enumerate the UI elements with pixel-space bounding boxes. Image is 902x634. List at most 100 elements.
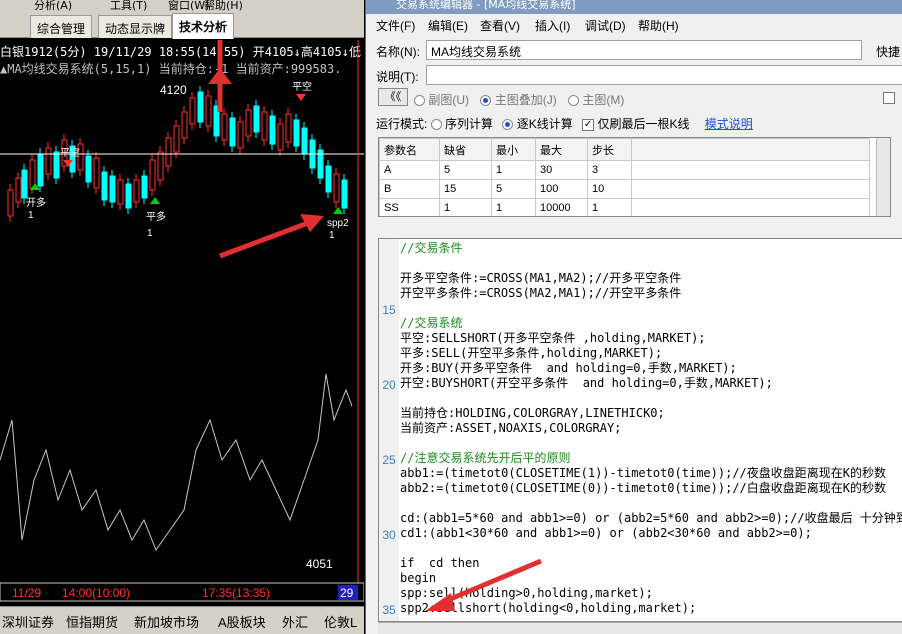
table-row[interactable]: SS 1 1 10000 1 xyxy=(379,198,870,216)
market-tab-forex[interactable]: 外汇 xyxy=(282,612,308,631)
market-tab-london[interactable]: 伦敦L xyxy=(324,612,357,631)
param-cell[interactable]: 10000 xyxy=(535,198,588,216)
run-mode-label-series: 序列计算 xyxy=(445,117,494,131)
line-number: 30 xyxy=(382,528,396,542)
code-line[interactable]: abb2:=(timetot0(CLOSETIME(0))-timetot0(t… xyxy=(400,481,886,496)
run-mode-label-bar: 逐K线计算 xyxy=(516,117,573,131)
candle xyxy=(173,125,180,153)
param-cell[interactable]: 5 xyxy=(439,160,492,180)
candle xyxy=(269,115,276,145)
signal-number-3: 1 xyxy=(329,230,335,241)
param-cell[interactable]: 1 xyxy=(439,198,492,216)
parameter-table[interactable]: 参数名 缺省 最小 最大 步长 A 5 1 30 3 B 15 5 100 10 xyxy=(378,137,891,217)
candle xyxy=(181,111,188,139)
param-header-blank xyxy=(631,138,870,161)
run-mode-radio-series[interactable] xyxy=(430,119,442,131)
market-tab-shenzhen[interactable]: 深圳证券 xyxy=(2,612,54,631)
param-cell[interactable]: 5 xyxy=(491,179,536,199)
name-field[interactable]: MA均线交易系统 xyxy=(426,40,862,60)
right-checkbox[interactable] xyxy=(883,92,895,104)
code-line[interactable]: //注意交易系统先开后平的原则 xyxy=(400,451,570,466)
placement-radio-subchart[interactable] xyxy=(414,95,425,107)
table-scrollbar[interactable] xyxy=(876,138,890,216)
candle xyxy=(15,177,22,203)
code-line[interactable]: 平多:SELL(开空平多条件,holding,MARKET); xyxy=(400,346,662,361)
time-label-2: 14:00(10:00) xyxy=(62,586,130,600)
code-line[interactable]: cd:(abb1=5*60 and abb1>=0) or (abb2=5*60… xyxy=(400,511,902,526)
param-cell[interactable]: 30 xyxy=(535,160,588,180)
market-tab-a-share[interactable]: A股板块 xyxy=(218,612,266,631)
table-row[interactable]: B 15 5 100 10 xyxy=(379,179,870,199)
time-axis xyxy=(0,582,364,602)
menu-debug[interactable]: 调试(D) xyxy=(585,17,626,34)
code-line[interactable]: 开多:BUY(开多平空条件 and holding=0,手数,MARKET); xyxy=(400,361,737,376)
candle xyxy=(333,173,340,203)
placement-radio-overlay[interactable] xyxy=(480,95,492,107)
code-line[interactable]: 开空平多条件:=CROSS(MA2,MA1);//开空平多条件 xyxy=(400,286,681,301)
placement-radio-mainchart[interactable] xyxy=(568,95,580,107)
param-cell[interactable]: SS xyxy=(379,198,440,216)
tab-overview[interactable]: 综合管理 xyxy=(30,15,93,38)
param-cell-empty[interactable] xyxy=(631,160,870,180)
market-tab-singapore[interactable]: 新加坡市场 xyxy=(134,612,199,631)
candlestick-chart[interactable]: 4120 4051 平空 平空 开多 平多 spp2 1 1 1 11/29 1… xyxy=(0,40,364,606)
param-cell[interactable]: 1 xyxy=(491,160,536,180)
menu-help-editor[interactable]: 帮助(H) xyxy=(638,17,679,34)
menu-edit[interactable]: 编辑(E) xyxy=(428,17,468,34)
param-cell[interactable]: 15 xyxy=(439,179,492,199)
menu-file[interactable]: 文件(F) xyxy=(376,17,415,34)
market-tab-hsi-futures[interactable]: 恒指期货 xyxy=(66,612,118,631)
code-editor[interactable]: 15 20 25 30 35 //交易条件开多平空条件:=CROSS(MA1,M… xyxy=(378,238,902,622)
candle xyxy=(7,189,14,217)
table-row[interactable]: A 5 1 30 3 xyxy=(379,160,870,180)
code-line[interactable]: cd1:(abb1<30*60 and abb1>=0) or (abb2<30… xyxy=(400,526,812,541)
code-line[interactable]: //交易条件 xyxy=(400,241,462,256)
param-cell[interactable]: 10 xyxy=(587,179,632,199)
code-line[interactable]: 当前持仓:HOLDING,COLORGRAY,LINETHICK0; xyxy=(400,406,665,421)
back-button[interactable]: 《《 xyxy=(378,88,408,106)
description-field[interactable] xyxy=(426,65,902,85)
param-cell-empty[interactable] xyxy=(631,198,870,216)
candle xyxy=(197,91,204,123)
run-mode-radio-bar[interactable] xyxy=(502,119,514,131)
menu-view[interactable]: 查看(V) xyxy=(480,17,520,34)
signal-close-long: 平多 xyxy=(146,210,166,223)
param-cell[interactable]: B xyxy=(379,179,440,199)
equity-curve xyxy=(0,373,353,552)
param-cell[interactable]: A xyxy=(379,160,440,180)
code-line[interactable]: 开多平空条件:=CROSS(MA1,MA2);//开多平空条件 xyxy=(400,271,681,286)
code-line[interactable]: //交易系统 xyxy=(400,316,462,331)
placement-options: 副图(U) 主图叠加(J) 主图(M) xyxy=(414,91,624,108)
chart-tab-bar: 综合管理 动态显示牌 技术分析 xyxy=(0,12,364,39)
param-cell[interactable]: 1 xyxy=(587,198,632,216)
code-line[interactable]: 当前资产:ASSET,NOAXIS,COLORGRAY; xyxy=(400,421,621,436)
candle xyxy=(141,175,148,199)
param-cell-empty[interactable] xyxy=(631,179,870,199)
price-high-label: 4120 xyxy=(160,83,187,97)
placement-label-mainchart: 主图(M) xyxy=(582,93,625,107)
editor-title: 交易系统编辑器 - [MA均线交易系统] xyxy=(396,0,576,11)
candle xyxy=(325,165,332,193)
time-label-3: 17:35(13:35) xyxy=(202,586,270,600)
formula-editor-window: 交易系统编辑器 - [MA均线交易系统] 文件(F) 编辑(E) 查看(V) 插… xyxy=(365,0,902,634)
line-number: 35 xyxy=(382,603,396,617)
code-hscrollbar[interactable] xyxy=(378,622,902,634)
param-cell[interactable]: 100 xyxy=(535,179,588,199)
code-line[interactable]: 平空:SELLSHORT(开多平空条件 ,holding,MARKET); xyxy=(400,331,706,346)
param-cell[interactable]: 1 xyxy=(491,198,536,216)
candle xyxy=(125,183,132,209)
menu-insert[interactable]: 插入(I) xyxy=(535,17,570,34)
signal-open-long: 开多 xyxy=(26,196,46,209)
code-line[interactable]: 开空:BUYSHORT(开空平多条件 and holding=0,手数,MARK… xyxy=(400,376,773,391)
param-header-name: 参数名 xyxy=(379,138,440,161)
code-line[interactable]: abb1:=(timetot0(CLOSETIME(1))-timetot0(t… xyxy=(400,466,886,481)
candle xyxy=(293,119,300,147)
param-cell[interactable]: 3 xyxy=(587,160,632,180)
tab-dynamic-board[interactable]: 动态显示牌 xyxy=(98,15,173,38)
tab-technical-analysis[interactable]: 技术分析 xyxy=(172,13,235,39)
line-number: 20 xyxy=(382,378,396,392)
mode-help-link[interactable]: 模式说明 xyxy=(705,117,753,131)
only-last-bar-checkbox[interactable]: ✓ xyxy=(582,118,595,131)
annotation-arrow-right xyxy=(219,217,317,259)
line-number-gutter: 15 20 25 30 35 xyxy=(379,239,399,621)
